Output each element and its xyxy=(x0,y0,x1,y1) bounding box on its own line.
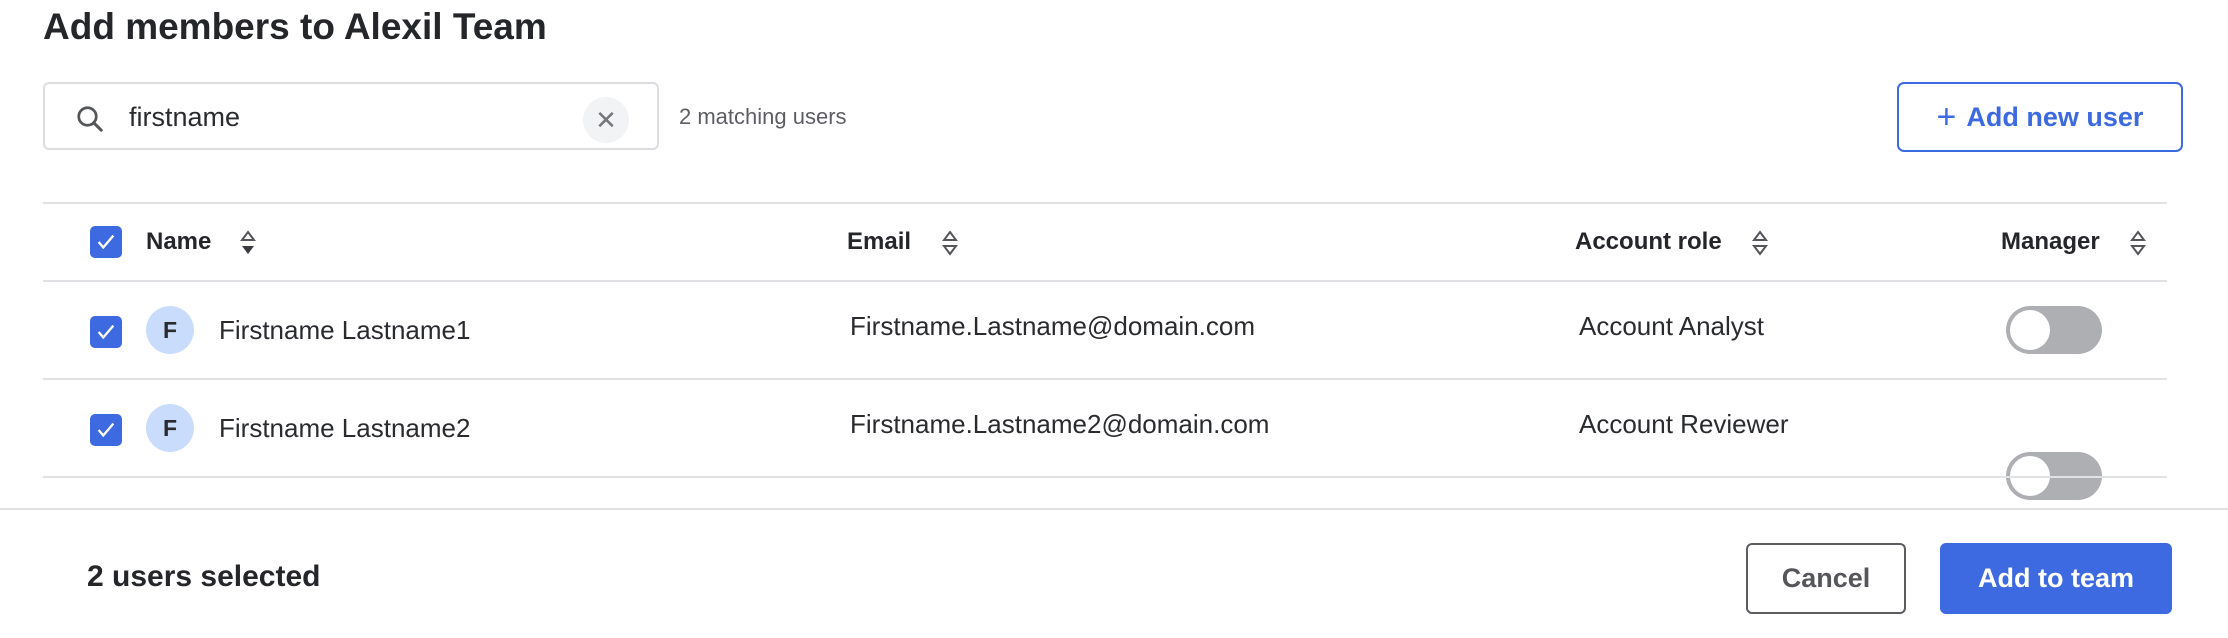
column-header-email[interactable]: Email xyxy=(847,228,960,257)
search-icon xyxy=(77,106,103,132)
table-top-divider xyxy=(43,202,2167,204)
matching-count: 2 matching users xyxy=(679,104,847,129)
user-role: Account Analyst xyxy=(1579,311,1764,341)
select-all-checkbox[interactable] xyxy=(90,226,122,258)
selected-count: 2 users selected xyxy=(87,560,321,593)
avatar: F xyxy=(146,404,194,452)
column-header-account-role[interactable]: Account role xyxy=(1575,228,1770,257)
row-divider xyxy=(43,378,2167,380)
user-name: Firstname Lastname1 xyxy=(219,315,471,345)
check-icon xyxy=(97,324,115,340)
user-email: Firstname.Lastname@domain.com xyxy=(850,311,1255,341)
check-icon xyxy=(97,234,115,250)
plus-icon: + xyxy=(1936,98,1957,136)
search-value[interactable]: firstname xyxy=(129,102,240,133)
column-header-manager[interactable]: Manager xyxy=(2001,228,2148,257)
column-header-name[interactable]: Name xyxy=(146,228,258,257)
manager-toggle[interactable] xyxy=(2006,306,2102,354)
add-new-user-label: Add new user xyxy=(1966,101,2144,132)
search-input[interactable]: firstname ✕ xyxy=(43,82,659,150)
user-email: Firstname.Lastname2@domain.com xyxy=(850,409,1270,439)
cancel-button[interactable]: Cancel xyxy=(1746,543,1906,614)
user-name: Firstname Lastname2 xyxy=(219,413,471,443)
check-icon xyxy=(97,422,115,438)
close-icon[interactable]: ✕ xyxy=(583,97,629,143)
row-checkbox[interactable] xyxy=(90,414,122,446)
sort-icon[interactable] xyxy=(1750,229,1770,257)
sort-icon[interactable] xyxy=(940,229,960,257)
sort-icon[interactable] xyxy=(2128,229,2148,257)
add-to-team-button[interactable]: Add to team xyxy=(1940,543,2172,614)
user-role: Account Reviewer xyxy=(1579,409,1789,439)
sort-descending-icon[interactable] xyxy=(238,229,258,257)
header-divider xyxy=(43,280,2167,282)
avatar: F xyxy=(146,306,194,354)
page-title: Add members to Alexil Team xyxy=(43,6,547,47)
footer-divider xyxy=(0,508,2228,510)
row-divider xyxy=(43,476,2167,478)
row-checkbox[interactable] xyxy=(90,316,122,348)
add-new-user-button[interactable]: + Add new user xyxy=(1897,82,2183,152)
